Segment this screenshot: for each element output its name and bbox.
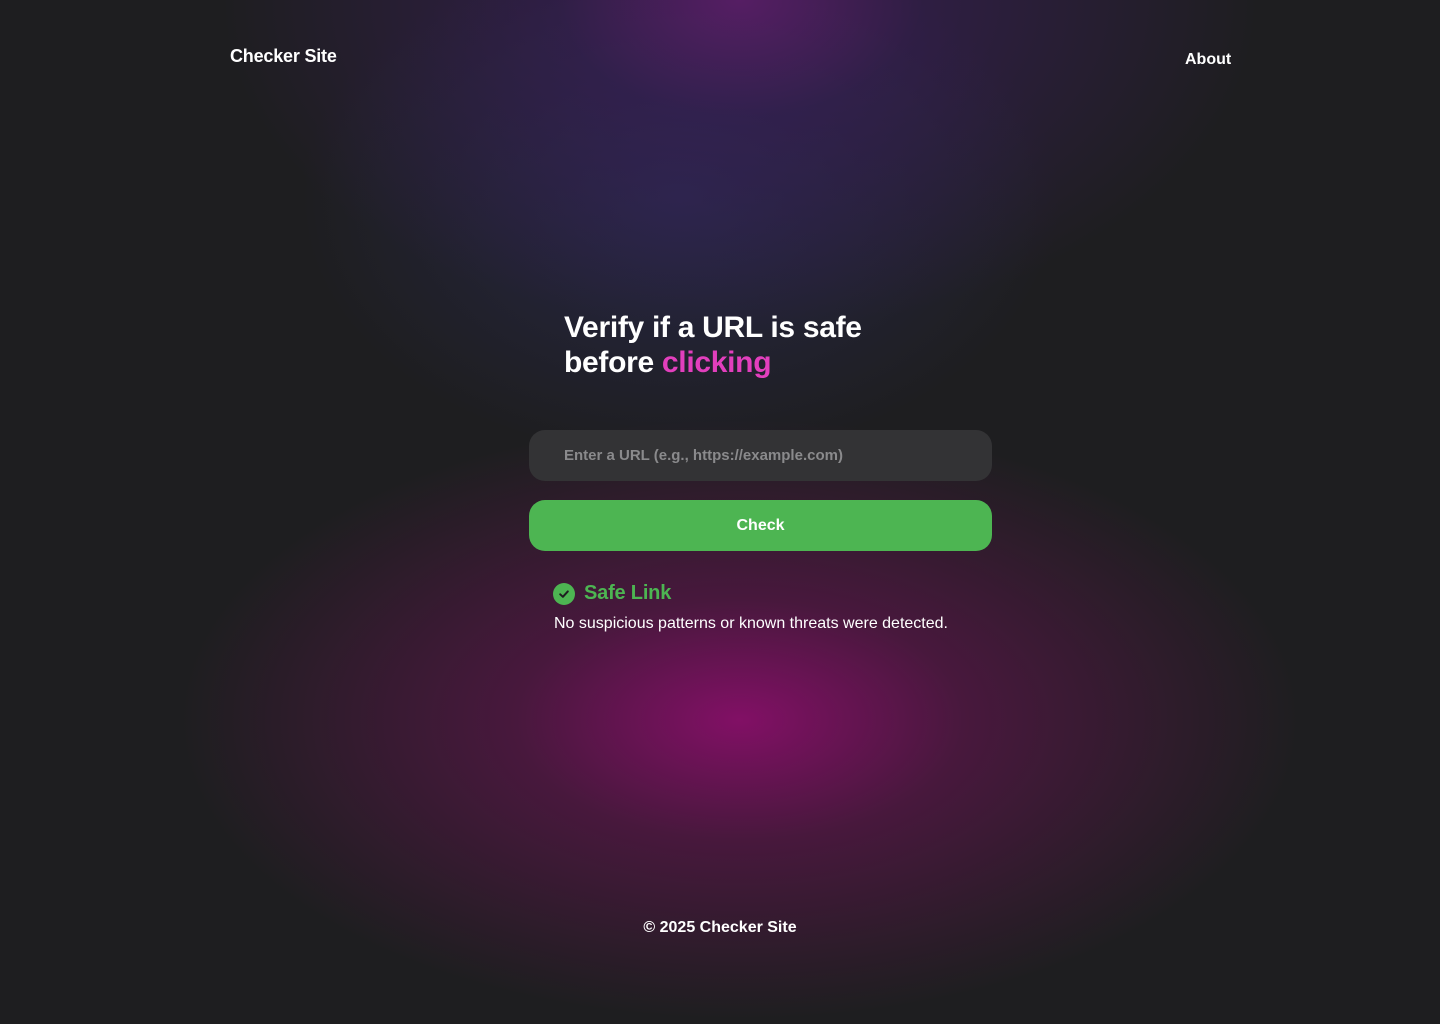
footer-copyright: © 2025 Checker Site [643,919,797,936]
site-logo[interactable]: Checker Site [230,46,337,67]
headline-line-2-prefix: before [564,346,662,379]
url-input[interactable] [529,430,992,481]
headline-line-1: Verify if a URL is safe [564,311,862,344]
headline-accent: clicking [661,346,772,379]
page-title: Verify if a URL is safe before clicking [564,310,862,380]
nav-about-link[interactable]: About [1185,51,1231,69]
result-panel: Safe Link No suspicious patterns or know… [553,582,948,633]
result-description: No suspicious patterns or known threats … [554,615,948,632]
check-button[interactable]: Check [529,500,992,551]
page: Checker Site About Verify if a URL is sa… [0,0,1440,1024]
check-circle-icon [553,582,575,605]
result-status: Safe Link [584,582,672,604]
result-header: Safe Link [553,582,948,605]
